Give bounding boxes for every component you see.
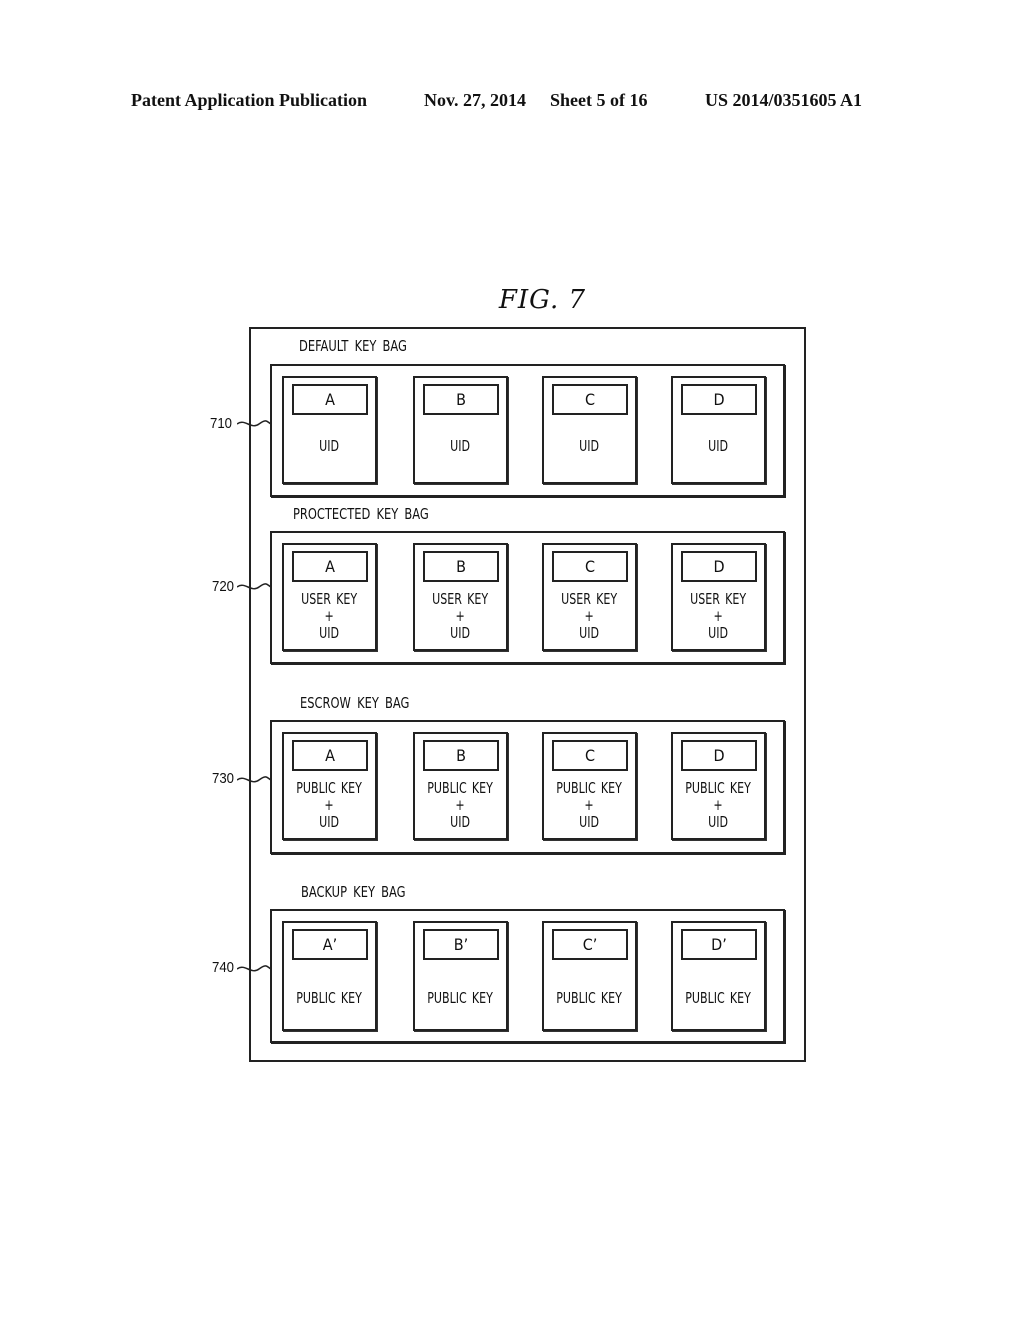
key-content: PUBLIC KEY <box>296 989 363 1007</box>
leader-line-icon <box>237 965 271 972</box>
key-id: D <box>681 740 757 771</box>
patent-number: US 2014/0351605 A1 <box>705 90 863 110</box>
key-id: A <box>292 740 368 771</box>
key-content: PUBLIC KEY <box>685 989 752 1007</box>
ref-numeral-720: 720 <box>212 578 235 595</box>
bag-label-protected: PROCTECTED KEY BAG <box>293 505 429 523</box>
key-slot: C USER KEY + UID <box>542 543 637 651</box>
key-slot: C UID <box>542 376 637 484</box>
key-content: USER KEY + UID <box>690 590 747 642</box>
leader-line-icon <box>237 583 271 590</box>
backup-key-bag: A’ PUBLIC KEY B’ PUBLIC KEY C’ PUBLIC KE… <box>270 909 785 1043</box>
default-key-bag: A UID B UID C UID D UID <box>270 364 785 497</box>
sheet-number: Sheet 5 of 16 <box>550 90 648 110</box>
publication-type: Patent Application Publication <box>131 90 368 110</box>
key-slot: A PUBLIC KEY + UID <box>282 732 377 840</box>
key-content: PUBLIC KEY + UID <box>556 779 623 831</box>
key-content: UID <box>319 437 340 455</box>
key-id: B’ <box>423 929 499 960</box>
key-id: D’ <box>681 929 757 960</box>
key-content: PUBLIC KEY <box>427 989 494 1007</box>
key-id: D <box>681 551 757 582</box>
key-slot: A USER KEY + UID <box>282 543 377 651</box>
key-slot: D USER KEY + UID <box>671 543 766 651</box>
ref-numeral-740: 740 <box>212 959 235 976</box>
ref-numeral-710: 710 <box>210 415 233 432</box>
leader-line-icon <box>237 420 271 427</box>
figure-title: FIG. 7 <box>498 285 587 315</box>
leader-line-icon <box>237 776 271 783</box>
bag-label-backup: BACKUP KEY BAG <box>301 883 406 901</box>
key-id: A <box>292 551 368 582</box>
key-slot: D PUBLIC KEY + UID <box>671 732 766 840</box>
bag-label-default: DEFAULT KEY BAG <box>299 337 407 355</box>
key-slot: B’ PUBLIC KEY <box>413 921 508 1031</box>
key-content: UID <box>450 437 471 455</box>
publication-date: Nov. 27, 2014 <box>424 90 527 110</box>
key-content: USER KEY + UID <box>432 590 489 642</box>
bag-label-escrow: ESCROW KEY BAG <box>300 694 410 712</box>
key-slot: C’ PUBLIC KEY <box>542 921 637 1031</box>
key-content: USER KEY + UID <box>561 590 618 642</box>
key-slot: B UID <box>413 376 508 484</box>
key-slot: C PUBLIC KEY + UID <box>542 732 637 840</box>
key-id: C <box>552 740 628 771</box>
key-content: UID <box>708 437 729 455</box>
key-id: B <box>423 384 499 415</box>
key-slot: A’ PUBLIC KEY <box>282 921 377 1031</box>
key-slot: D’ PUBLIC KEY <box>671 921 766 1031</box>
key-content: PUBLIC KEY + UID <box>427 779 494 831</box>
key-id: A’ <box>292 929 368 960</box>
protected-key-bag: A USER KEY + UID B USER KEY + UID C USER… <box>270 531 785 664</box>
key-id: C <box>552 384 628 415</box>
key-content: UID <box>579 437 600 455</box>
key-id: B <box>423 551 499 582</box>
key-id: D <box>681 384 757 415</box>
escrow-key-bag: A PUBLIC KEY + UID B PUBLIC KEY + UID C … <box>270 720 785 854</box>
key-slot: A UID <box>282 376 377 484</box>
key-content: PUBLIC KEY + UID <box>296 779 363 831</box>
key-id: C’ <box>552 929 628 960</box>
key-slot: B USER KEY + UID <box>413 543 508 651</box>
key-id: C <box>552 551 628 582</box>
key-content: PUBLIC KEY + UID <box>685 779 752 831</box>
page-header: Patent Application Publication Nov. 27, … <box>0 90 1024 114</box>
key-content: USER KEY + UID <box>301 590 358 642</box>
key-slot: D UID <box>671 376 766 484</box>
key-content: PUBLIC KEY <box>556 989 623 1007</box>
key-slot: B PUBLIC KEY + UID <box>413 732 508 840</box>
ref-numeral-730: 730 <box>212 770 235 787</box>
key-id: B <box>423 740 499 771</box>
key-id: A <box>292 384 368 415</box>
